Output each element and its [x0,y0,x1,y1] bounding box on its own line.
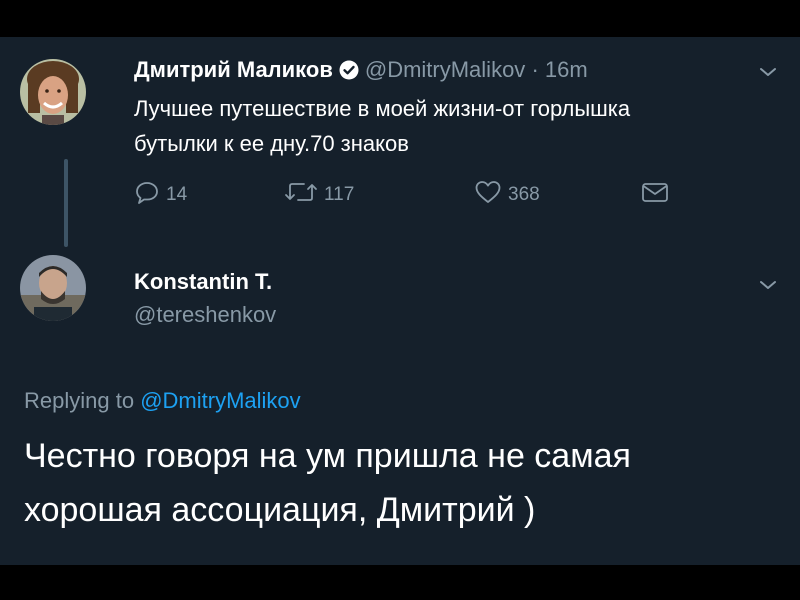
author-handle[interactable]: @DmitryMalikov [365,57,525,82]
avatar-image [20,59,86,125]
tweet-text: Лучшее путешествие в моей жизни-от горлы… [134,96,631,156]
replying-to-label: Replying to [24,388,135,413]
retweet-icon [284,179,324,211]
chevron-down-icon[interactable] [757,274,779,296]
direct-message-button[interactable] [640,179,676,211]
author-name[interactable]: Дмитрий Маликов [134,57,333,82]
retweet-button[interactable]: 117 [284,179,354,211]
reply-tweet-text: Честно говоря на ум пришла не самая хоро… [24,437,631,529]
avatar-image [20,255,86,321]
thread-connector-line [64,159,68,247]
reply-author-handle[interactable]: @tereshenkov [134,301,276,329]
retweet-count: 117 [324,184,355,205]
reply-button[interactable]: 14 [134,179,187,211]
like-button[interactable]: 368 [474,179,540,211]
replying-to-line: Replying to @DmitryMalikov [24,387,301,415]
envelope-icon [640,179,676,211]
avatar[interactable] [20,59,86,125]
original-tweet[interactable]: Дмитрий Маликов @DmitryMalikov · 16m Лучш… [0,37,800,249]
reply-icon [134,179,166,211]
tweet-header: Дмитрий Маликов @DmitryMalikov · 16m [134,56,588,87]
tweet-thread-view: Дмитрий Маликов @DmitryMalikov · 16m Лучш… [0,37,800,565]
header-separator: · [531,57,539,82]
like-count: 368 [508,184,540,205]
tweet-actions: 14 117 368 [134,179,694,209]
replying-to-mention-link[interactable]: @DmitryMalikov [140,388,300,413]
heart-icon [474,179,508,211]
chevron-down-icon[interactable] [757,61,779,83]
tweet-timestamp[interactable]: 16m [545,57,588,82]
avatar[interactable] [20,255,86,321]
reply-count: 14 [166,184,188,205]
reply-author-name[interactable]: Konstantin T. [134,268,272,296]
verified-badge-icon [339,59,359,87]
